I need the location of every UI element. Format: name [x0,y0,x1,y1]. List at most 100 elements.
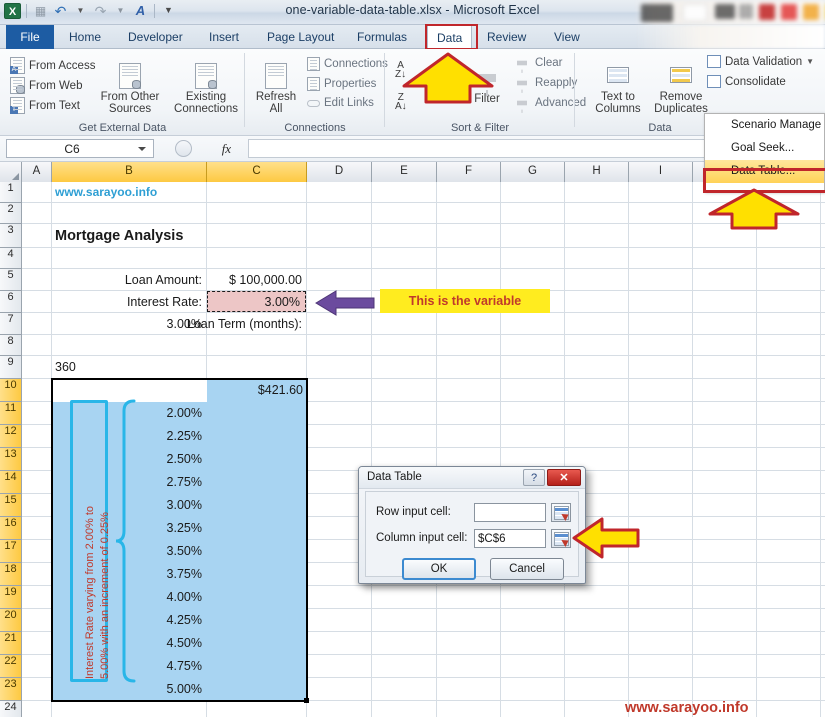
existing-connections-button[interactable]: Existing Connections [170,61,242,115]
text-to-columns-icon [607,67,629,83]
column-header-f[interactable]: F [437,162,501,182]
tab-developer[interactable]: Developer [119,25,192,49]
tab-page-layout[interactable]: Page Layout [258,25,343,49]
tab-home[interactable]: Home [60,25,110,49]
cell-b9[interactable]: 360 [52,356,206,378]
reapply-button[interactable]: Reapply [513,77,577,93]
column-header-i[interactable]: I [629,162,693,182]
column-header-h[interactable]: H [565,162,629,182]
tab-formulas[interactable]: Formulas [348,25,416,49]
row-header-8[interactable]: 8 [0,335,22,356]
row-header-21[interactable]: 21 [0,632,22,655]
cell-b7[interactable]: 3.00% [52,313,205,334]
cell-c5[interactable]: $ 100,000.00 [207,269,305,290]
row-input-cell-picker-icon[interactable] [551,503,571,522]
column-input-cell-picker-icon[interactable] [551,529,571,548]
dialog-body: Row input cell: Column input cell: $C$6 … [365,491,579,580]
minimize-icon[interactable] [641,4,673,22]
tab-file[interactable]: File [6,25,54,49]
restore-icon[interactable] [683,4,707,21]
column-header-g[interactable]: G [501,162,565,182]
column-input-cell-field[interactable]: $C$6 [474,529,546,548]
row-input-cell-field[interactable] [474,503,546,522]
what-if-analysis-menu[interactable]: Scenario Manage Goal Seek... Data Table.… [703,113,825,193]
tab-view[interactable]: View [545,25,589,49]
row-header-17[interactable]: 17 [0,540,22,563]
properties-button[interactable]: Properties [307,77,376,91]
row-header-1[interactable]: 1 [0,182,22,203]
row-header-20[interactable]: 20 [0,609,22,632]
row-header-19[interactable]: 19 [0,586,22,609]
from-text-button[interactable]: T From Text [10,97,80,114]
row-header-7[interactable]: 7 [0,313,22,335]
row-header-16[interactable]: 16 [0,517,22,540]
select-all-corner[interactable] [0,162,22,182]
cell-c7[interactable]: Loan Term (months): [187,313,305,334]
row-header-9[interactable]: 9 [0,356,22,379]
menu-item-goal-seek[interactable]: Goal Seek... [705,137,824,160]
from-other-sources-button[interactable]: From Other Sources [96,61,164,115]
from-web-button[interactable]: From Web [10,77,82,94]
row-header-22[interactable]: 22 [0,655,22,678]
row-header-5[interactable]: 5 [0,269,22,291]
row-header-14[interactable]: 14 [0,471,22,494]
refresh-all-button[interactable]: Refresh All [249,61,303,115]
menu-item-scenario-manager[interactable]: Scenario Manage [705,114,824,137]
row-header-13[interactable]: 13 [0,448,22,471]
cell-b6[interactable]: Interest Rate: [52,291,205,312]
dialog-help-button[interactable]: ? [523,469,545,486]
column-header-a[interactable]: A [22,162,52,182]
data-table-dialog[interactable]: Data Table ? ✕ Row input cell: Column in… [358,466,586,584]
row-header-12[interactable]: 12 [0,425,22,448]
column-header-c[interactable]: C [207,162,307,182]
row-header-24[interactable]: 24 [0,701,22,717]
tab-insert[interactable]: Insert [200,25,248,49]
data-validation-button[interactable]: Data Validation ▼ [707,55,814,68]
column-header-b[interactable]: B [52,162,207,182]
consolidate-button[interactable]: Consolidate [707,75,786,88]
variable-callout: This is the variable [380,289,550,313]
row-header-11[interactable]: 11 [0,402,22,425]
row-header-23[interactable]: 23 [0,678,22,701]
name-box-dropdown-icon[interactable] [138,147,146,151]
grid-area[interactable]: www.sarayoo.info Mortgage Analysis Loan … [22,182,825,717]
dialog-close-button[interactable]: ✕ [547,469,581,486]
rate-range-brace-icon [115,399,136,683]
selection-fill-handle[interactable] [304,698,309,703]
row-header-10[interactable]: 10 [0,379,22,402]
cell-c6[interactable]: 3.00% [207,291,304,312]
name-box[interactable]: C6 [6,139,154,158]
remove-duplicates-button[interactable]: Remove Duplicates [651,59,711,115]
cancel-button[interactable]: Cancel [490,558,564,580]
cell-b1[interactable]: www.sarayoo.info [52,182,206,202]
ok-button[interactable]: OK [402,558,476,580]
window-decoration-4 [803,4,819,20]
tab-review[interactable]: Review [478,25,535,49]
row-header-2[interactable]: 2 [0,203,22,224]
window-decoration-2 [759,4,775,20]
insert-function-icon[interactable]: fx [222,141,231,157]
column-header-d[interactable]: D [307,162,372,182]
edit-links-button[interactable]: Edit Links [307,97,374,109]
row-header-15[interactable]: 15 [0,494,22,517]
cell-b5[interactable]: Loan Amount: [52,269,205,290]
formula-bar-buttons[interactable]: fx [160,139,246,158]
column-header-e[interactable]: E [372,162,437,182]
connections-button[interactable]: Connections [307,57,388,71]
data-validation-label: Data Validation [725,55,803,68]
row-header-4[interactable]: 4 [0,248,22,269]
row-header-6[interactable]: 6 [0,291,22,313]
text-to-columns-button[interactable]: Text to Columns [589,59,647,115]
column-headers: A B C D E F G H I [0,162,825,182]
cell-b3[interactable]: Mortgage Analysis [52,224,206,247]
cell-c10[interactable]: $421.60 [207,379,306,401]
ribbon-group-connections: Refresh All Connections Properties Edit … [245,49,388,136]
window-controls[interactable] [635,0,825,25]
gridline-v-j [756,182,757,717]
clear-filter-button[interactable]: Clear [513,57,562,73]
cancel-formula-icon[interactable] [174,140,192,157]
close-window-icon[interactable] [715,4,735,19]
row-header-3[interactable]: 3 [0,224,22,248]
row-header-18[interactable]: 18 [0,563,22,586]
from-access-button[interactable]: A From Access [10,57,95,74]
